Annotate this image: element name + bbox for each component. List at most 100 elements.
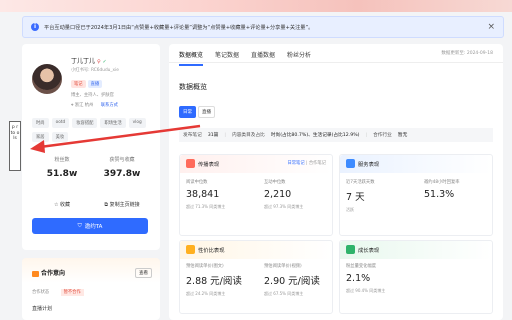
- main-panel: 数据概览 笔记数据 直播数据 粉丝分析 数据更新至: 2024-09-18 数据…: [169, 44, 503, 320]
- chip[interactable]: 家居: [32, 132, 49, 142]
- growth-header: 成长表现: [346, 245, 379, 254]
- profile-actions: ☆ 收藏 ⧉ 复制主页链接: [32, 201, 152, 208]
- metric-sub: 超过 90.4% 同类博主: [346, 288, 386, 293]
- notice-bar: i 平台互动量口径已于2024年3月1日由“点赞量+收藏量+评论量”调整为“点赞…: [22, 16, 504, 38]
- top-banner: [0, 0, 512, 12]
- industry-value: 暂无: [397, 133, 408, 138]
- tab-overview[interactable]: 数据概览: [179, 48, 204, 66]
- cooperation-status: 合作状态 暂不合作: [32, 289, 84, 296]
- metric-value: 2.88 元/阅读: [186, 276, 242, 287]
- period-tab-daily[interactable]: 日常: [179, 106, 196, 118]
- metric: 阅读中位数 38,841 超过 71.3% 同类博主: [186, 179, 225, 210]
- service-icon: [346, 159, 355, 168]
- profile-stats: 粉丝数 51.8w 获赞与收藏 397.8w: [32, 156, 152, 179]
- growth-title: 成长表现: [358, 247, 380, 254]
- metric-value: 2,210: [264, 189, 292, 200]
- profile-card: 丁儿丁儿 ♀ ✓ 小红书号: RC6dudu_xie 笔记 直播 博主、主持人、…: [22, 44, 160, 250]
- invite-button[interactable]: ⛉ 邀约TA: [32, 218, 148, 234]
- spread-icon: [186, 159, 195, 168]
- growth-card: 成长表现 粉丝量变化幅度 2.1% 超过 90.4% 同类博主: [339, 240, 493, 314]
- location-text: 浙江 杭州: [74, 103, 94, 108]
- metric: 近7天活跃天数 7 天 活跃: [346, 179, 375, 213]
- interest-chips: 时尚 ootd 妆容搭配 职场生活 vlog 家居 美妆: [32, 118, 152, 142]
- value-title: 性价比表现: [198, 247, 225, 254]
- copy-label: 复制主页链接: [109, 202, 140, 208]
- protools-side-tab[interactable]: p r to o ls: [9, 121, 21, 171]
- metric: 预估阅读单价(视频) 2.90 元/阅读 超过 67.5% 同类博主: [264, 263, 320, 297]
- avatar[interactable]: [32, 64, 62, 94]
- coop-notes-link[interactable]: 合作笔记: [309, 161, 326, 166]
- tag-notes: 笔记: [71, 80, 86, 88]
- industry-label: 合作行业: [373, 133, 392, 138]
- period-tab-live[interactable]: 直播: [198, 106, 215, 118]
- status-badge: 暂不合作: [60, 289, 84, 296]
- chip[interactable]: 美妆: [51, 132, 69, 142]
- notice-text: 平台互动量口径已于2024年3月1日由“点赞量+收藏量+评论量”调整为“点赞量+…: [44, 24, 314, 31]
- content-value: 时尚(占比80.7%)、生活记录(占比12.9%): [270, 133, 360, 138]
- summary-row: 发布笔记 31篇 | 内容类目及占比 时尚(占比80.7%)、生活记录(占比12…: [179, 128, 493, 142]
- service-title: 服务表现: [358, 161, 380, 168]
- chip[interactable]: 时尚: [32, 118, 49, 128]
- service-card: 服务表现 近7天活跃天数 7 天 活跃 邀约48小时回复率 51.3%: [339, 154, 493, 236]
- likes-value: 397.8w: [103, 169, 141, 179]
- period-tabs: 日常 直播: [179, 106, 215, 118]
- divider: [169, 62, 503, 63]
- chat-icon: [32, 270, 39, 277]
- content-label: 内容类目及占比: [232, 133, 265, 138]
- separator: |: [224, 132, 227, 138]
- tab-fans[interactable]: 粉丝分析: [287, 48, 311, 66]
- cooperation-title: 合作意向: [32, 268, 65, 277]
- chip[interactable]: ootd: [51, 118, 70, 128]
- metric-sub: 活跃: [346, 207, 354, 212]
- spread-title: 传播表现: [198, 161, 220, 168]
- info-icon: i: [31, 23, 39, 31]
- metric: 互动中位数 2,210 超过 97.3% 同类博主: [264, 179, 303, 210]
- chip[interactable]: vlog: [128, 118, 146, 128]
- fans-stat: 粉丝数 51.8w: [32, 156, 92, 179]
- notes-label: 发布笔记: [183, 133, 202, 138]
- metric-value: 2.90 元/阅读: [264, 276, 320, 287]
- daily-notes-link[interactable]: 日常笔记: [287, 161, 304, 166]
- close-icon[interactable]: ×: [487, 22, 495, 32]
- verified-icon: ✓: [102, 59, 107, 65]
- chip[interactable]: 妆容搭配: [72, 118, 98, 128]
- profile-name: 丁儿丁儿 ♀ ✓: [71, 56, 107, 65]
- section-title: 数据概览: [179, 83, 207, 91]
- side-tab-label: p r to o ls: [10, 125, 20, 141]
- copy-link-button[interactable]: ⧉ 复制主页链接: [92, 201, 152, 208]
- collect-label: 收藏: [60, 202, 71, 208]
- metric-value: 38,841: [186, 189, 220, 200]
- profile-tags: 笔记 直播: [71, 80, 103, 88]
- metric-sub: 超过 97.3% 同类博主: [264, 204, 304, 209]
- notes-value: 31篇: [207, 133, 219, 138]
- contact-link[interactable]: 联系方式: [101, 103, 118, 108]
- value-icon: [186, 245, 195, 254]
- metric-value: 51.3%: [424, 189, 455, 200]
- metric-sub: 超过 67.5% 同类博主: [264, 291, 304, 296]
- metric: 粉丝量变化幅度 2.1% 超过 90.4% 同类博主: [346, 263, 385, 294]
- spread-card: 传播表现 日常笔记 | 合作笔记 阅读中位数 38,841 超过 71.3% 同…: [179, 154, 333, 236]
- status-label: 合作状态: [32, 290, 50, 295]
- profile-meta: 博主、主持人、护肤官: [71, 93, 114, 98]
- metric-sub: 超过 71.3% 同类博主: [186, 204, 226, 209]
- metric-sub: 超过 24.2% 同类博主: [186, 291, 226, 296]
- profile-location: ⌖ 浙江 杭州 联系方式: [71, 102, 118, 108]
- tag-live: 直播: [87, 80, 103, 88]
- cooperation-view-button[interactable]: 查看: [135, 268, 152, 278]
- fans-value: 51.8w: [46, 169, 78, 179]
- metric-value: 7 天: [346, 192, 365, 203]
- separator: |: [365, 132, 368, 138]
- gender-icon: ♀: [96, 59, 101, 65]
- invite-label: 邀约TA: [84, 224, 103, 230]
- metric: 预估阅读单价(图文) 2.88 元/阅读 超过 24.2% 同类博主: [186, 263, 242, 297]
- cooperation-title-text: 合作意向: [41, 270, 66, 277]
- main-tabs: 数据概览 笔记数据 直播数据 粉丝分析: [179, 48, 311, 66]
- chip[interactable]: 职场生活: [100, 118, 126, 128]
- metric-label: 互动中位数: [264, 180, 286, 185]
- profile-id: 小红书号: RC6dudu_xie: [71, 68, 119, 73]
- collect-button[interactable]: ☆ 收藏: [32, 201, 92, 208]
- tab-notes[interactable]: 笔记数据: [215, 48, 239, 66]
- spread-header: 传播表现: [186, 159, 219, 168]
- tab-live[interactable]: 直播数据: [251, 48, 275, 66]
- value-card: 性价比表现 预估阅读单价(图文) 2.88 元/阅读 超过 24.2% 同类博主…: [179, 240, 333, 314]
